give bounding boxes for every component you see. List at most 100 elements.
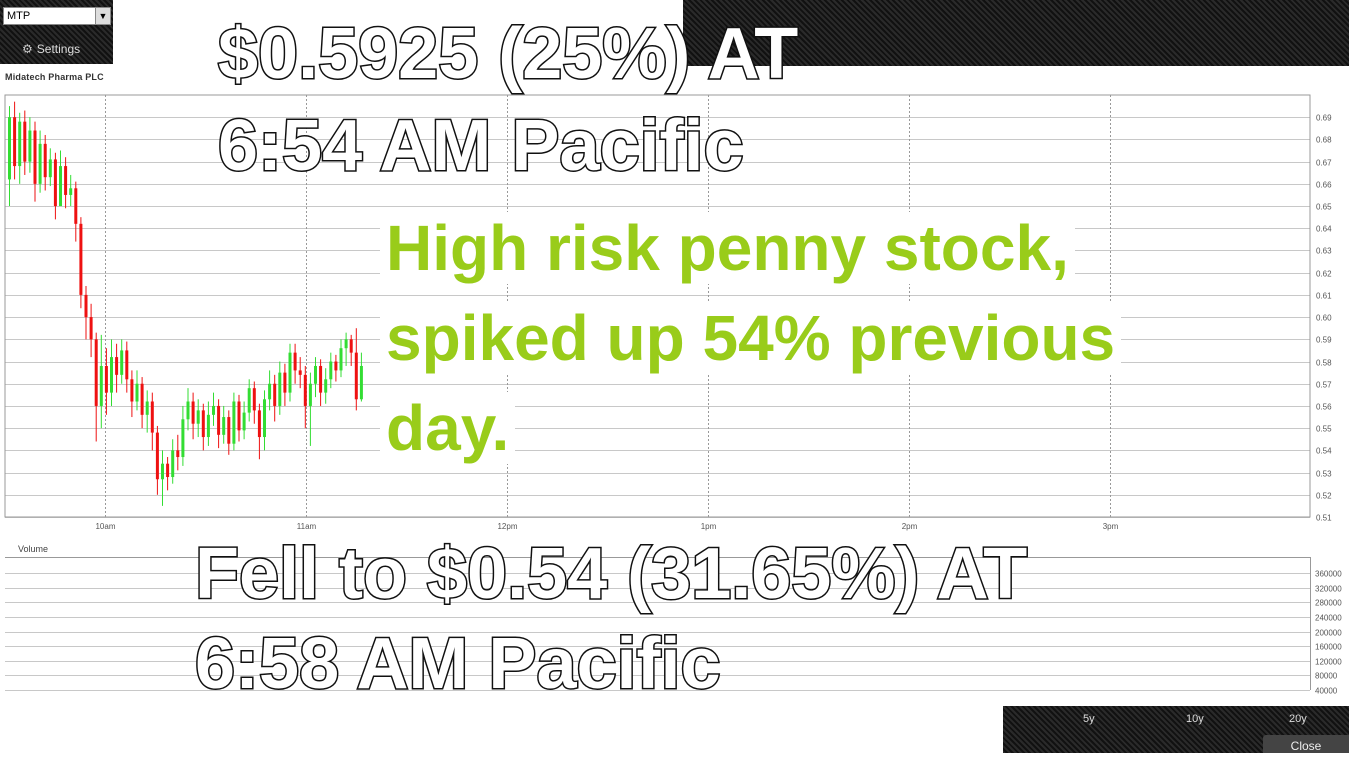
candle-down	[217, 405, 221, 435]
candle-down	[237, 401, 241, 431]
y-tick-label: 0.69	[1316, 114, 1332, 123]
y-tick-label: 0.62	[1316, 270, 1332, 279]
candle-down	[23, 121, 27, 162]
volume-tick-label: 320000	[1315, 585, 1342, 594]
candle-up	[308, 383, 312, 406]
candle-up	[8, 117, 11, 180]
candle-down	[257, 410, 261, 438]
close-button[interactable]: Close	[1263, 735, 1349, 753]
y-axis-labels: 0.69 0.68 0.67 0.66 0.65 0.64 0.63 0.62 0.61 0.60…	[1316, 114, 1332, 523]
candle-down	[33, 130, 37, 184]
y-tick-label: 0.65	[1316, 203, 1332, 212]
x-tick-label: 2pm	[902, 522, 918, 531]
x-tick-label: 11am	[297, 522, 317, 531]
candle-down	[227, 417, 231, 444]
y-tick-label: 0.67	[1316, 159, 1332, 168]
caption-line-1: High risk penny stock,	[380, 212, 1075, 284]
headline-price: $0.5925 (25%) AT	[216, 14, 799, 94]
candle-down	[349, 339, 353, 353]
y-tick-label: 0.61	[1316, 292, 1332, 301]
candle-down	[283, 372, 287, 393]
volume-tick-label: 40000	[1315, 687, 1338, 696]
candle-up	[161, 463, 164, 480]
x-axis-labels: 10am 11am 12pm 1pm 2pm 3pm	[95, 522, 1118, 531]
y-tick-label: 0.55	[1316, 425, 1332, 434]
volume-tick-label: 80000	[1315, 672, 1338, 681]
y-tick-label: 0.52	[1316, 492, 1332, 501]
candle-down	[13, 117, 17, 167]
volume-tick-label: 120000	[1315, 658, 1342, 667]
candle-up	[232, 401, 236, 444]
candle-up	[18, 121, 22, 167]
candle-up	[120, 350, 124, 375]
candle-down	[201, 410, 205, 438]
candle-up	[247, 388, 251, 413]
candle-up	[324, 379, 328, 393]
fall-time: 6:58 AM Pacific	[194, 624, 723, 704]
candle-up	[263, 399, 266, 438]
candle-up	[28, 130, 32, 162]
caption-line-2: spiked up 54% previous	[380, 302, 1122, 374]
candle-up	[110, 357, 113, 393]
candle-down	[140, 383, 144, 415]
candle-up	[206, 414, 210, 438]
candle-down	[94, 339, 98, 406]
candle-up	[99, 365, 103, 406]
candle-down	[130, 379, 134, 402]
candle-down	[43, 143, 47, 178]
volume-tick-label: 240000	[1315, 614, 1342, 623]
candle-up	[196, 410, 200, 424]
candle-down	[125, 350, 129, 380]
volume-tick-label: 160000	[1315, 643, 1342, 652]
candle-up	[359, 365, 363, 400]
candle-down	[166, 463, 170, 478]
candle-up	[329, 361, 333, 380]
y-tick-label: 0.56	[1316, 403, 1332, 412]
candle-down	[252, 388, 256, 411]
candle-down	[176, 450, 180, 458]
y-tick-label: 0.68	[1316, 136, 1332, 145]
range-10y-button[interactable]: 10y	[1186, 713, 1204, 725]
volume-tick-label: 280000	[1315, 599, 1342, 608]
candle-down	[303, 374, 307, 406]
candle-up	[69, 188, 73, 195]
volume-axis-labels: 360000 320000 280000 240000 200000 160000 1200…	[1315, 570, 1342, 696]
candle-up	[242, 412, 246, 431]
candle-down	[191, 401, 195, 424]
y-tick-label: 0.64	[1316, 225, 1332, 234]
y-tick-label: 0.51	[1316, 514, 1332, 523]
x-tick-label: 3pm	[1103, 522, 1119, 531]
candle-up	[38, 143, 42, 184]
candle-down	[319, 365, 323, 393]
x-tick-label: 10am	[95, 522, 115, 531]
candle-down	[64, 166, 68, 195]
y-tick-label: 0.59	[1316, 336, 1332, 345]
candle-up	[171, 450, 175, 478]
candle-up	[59, 166, 62, 207]
candle-up	[186, 401, 190, 420]
x-tick-label: 12pm	[497, 522, 517, 531]
candle-up	[314, 365, 317, 384]
y-tick-label: 0.53	[1316, 470, 1332, 479]
candle-down	[104, 365, 108, 393]
candle-up	[222, 417, 226, 435]
candle-down	[79, 223, 83, 295]
candle-down	[293, 352, 297, 371]
candle-up	[48, 159, 52, 178]
candle-up	[339, 348, 343, 371]
candle-up	[212, 405, 215, 415]
range-5y-button[interactable]: 5y	[1083, 713, 1095, 725]
volume-label: Volume	[18, 544, 48, 554]
candle-down	[74, 188, 78, 224]
candle-down	[53, 159, 57, 207]
candle-up	[268, 383, 272, 400]
headline-time: 6:54 AM Pacific	[217, 106, 746, 186]
candle-down	[334, 361, 338, 371]
candle-down	[273, 383, 277, 406]
candle-up	[135, 383, 139, 402]
candle-down	[115, 357, 119, 375]
candle-down	[89, 317, 93, 340]
range-20y-button[interactable]: 20y	[1289, 713, 1307, 725]
y-tick-label: 0.58	[1316, 359, 1332, 368]
y-tick-label: 0.63	[1316, 247, 1332, 256]
